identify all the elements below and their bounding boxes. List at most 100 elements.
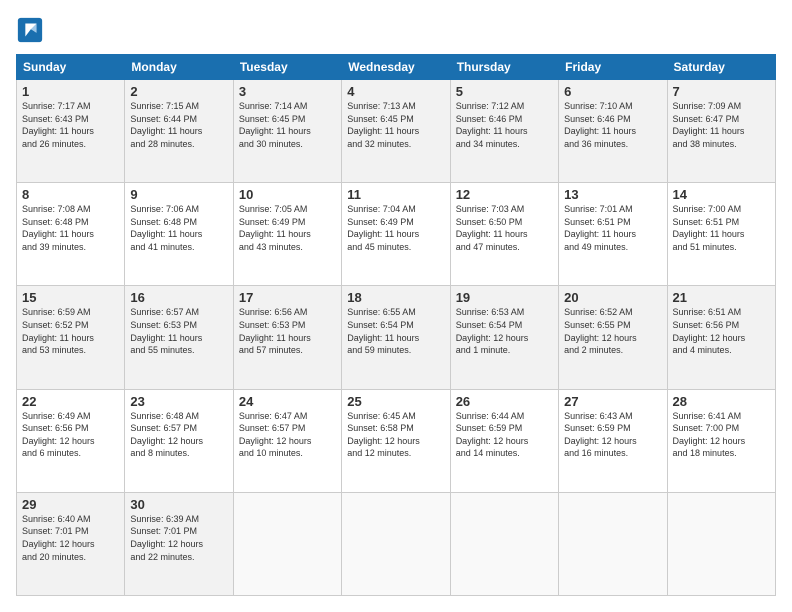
week-row-2: 8Sunrise: 7:08 AM Sunset: 6:48 PM Daylig… [17, 183, 776, 286]
day-number: 6 [564, 84, 661, 99]
day-info: Sunrise: 7:04 AM Sunset: 6:49 PM Dayligh… [347, 203, 444, 253]
day-cell: 14Sunrise: 7:00 AM Sunset: 6:51 PM Dayli… [667, 183, 775, 286]
day-info: Sunrise: 7:03 AM Sunset: 6:50 PM Dayligh… [456, 203, 553, 253]
day-number: 25 [347, 394, 444, 409]
header-thursday: Thursday [450, 55, 558, 80]
day-info: Sunrise: 7:13 AM Sunset: 6:45 PM Dayligh… [347, 100, 444, 150]
day-info: Sunrise: 7:05 AM Sunset: 6:49 PM Dayligh… [239, 203, 336, 253]
day-info: Sunrise: 6:44 AM Sunset: 6:59 PM Dayligh… [456, 410, 553, 460]
header-row: SundayMondayTuesdayWednesdayThursdayFrid… [17, 55, 776, 80]
day-cell: 11Sunrise: 7:04 AM Sunset: 6:49 PM Dayli… [342, 183, 450, 286]
day-cell: 8Sunrise: 7:08 AM Sunset: 6:48 PM Daylig… [17, 183, 125, 286]
day-number: 3 [239, 84, 336, 99]
day-number: 28 [673, 394, 770, 409]
day-cell: 17Sunrise: 6:56 AM Sunset: 6:53 PM Dayli… [233, 286, 341, 389]
day-cell: 7Sunrise: 7:09 AM Sunset: 6:47 PM Daylig… [667, 80, 775, 183]
day-info: Sunrise: 6:45 AM Sunset: 6:58 PM Dayligh… [347, 410, 444, 460]
day-cell: 20Sunrise: 6:52 AM Sunset: 6:55 PM Dayli… [559, 286, 667, 389]
day-cell: 30Sunrise: 6:39 AM Sunset: 7:01 PM Dayli… [125, 492, 233, 595]
day-cell [233, 492, 341, 595]
day-number: 29 [22, 497, 119, 512]
day-cell [559, 492, 667, 595]
day-number: 5 [456, 84, 553, 99]
day-cell: 12Sunrise: 7:03 AM Sunset: 6:50 PM Dayli… [450, 183, 558, 286]
day-info: Sunrise: 6:41 AM Sunset: 7:00 PM Dayligh… [673, 410, 770, 460]
day-info: Sunrise: 6:56 AM Sunset: 6:53 PM Dayligh… [239, 306, 336, 356]
day-number: 1 [22, 84, 119, 99]
day-cell [667, 492, 775, 595]
day-cell: 27Sunrise: 6:43 AM Sunset: 6:59 PM Dayli… [559, 389, 667, 492]
week-row-4: 22Sunrise: 6:49 AM Sunset: 6:56 PM Dayli… [17, 389, 776, 492]
day-info: Sunrise: 6:48 AM Sunset: 6:57 PM Dayligh… [130, 410, 227, 460]
day-number: 19 [456, 290, 553, 305]
day-cell: 3Sunrise: 7:14 AM Sunset: 6:45 PM Daylig… [233, 80, 341, 183]
day-number: 2 [130, 84, 227, 99]
day-cell: 6Sunrise: 7:10 AM Sunset: 6:46 PM Daylig… [559, 80, 667, 183]
day-number: 23 [130, 394, 227, 409]
day-number: 12 [456, 187, 553, 202]
day-info: Sunrise: 7:15 AM Sunset: 6:44 PM Dayligh… [130, 100, 227, 150]
day-info: Sunrise: 7:17 AM Sunset: 6:43 PM Dayligh… [22, 100, 119, 150]
day-cell: 23Sunrise: 6:48 AM Sunset: 6:57 PM Dayli… [125, 389, 233, 492]
day-number: 14 [673, 187, 770, 202]
day-info: Sunrise: 6:51 AM Sunset: 6:56 PM Dayligh… [673, 306, 770, 356]
day-cell: 19Sunrise: 6:53 AM Sunset: 6:54 PM Dayli… [450, 286, 558, 389]
day-info: Sunrise: 6:39 AM Sunset: 7:01 PM Dayligh… [130, 513, 227, 563]
week-row-3: 15Sunrise: 6:59 AM Sunset: 6:52 PM Dayli… [17, 286, 776, 389]
week-row-5: 29Sunrise: 6:40 AM Sunset: 7:01 PM Dayli… [17, 492, 776, 595]
day-cell: 5Sunrise: 7:12 AM Sunset: 6:46 PM Daylig… [450, 80, 558, 183]
day-cell: 4Sunrise: 7:13 AM Sunset: 6:45 PM Daylig… [342, 80, 450, 183]
day-cell: 9Sunrise: 7:06 AM Sunset: 6:48 PM Daylig… [125, 183, 233, 286]
day-info: Sunrise: 6:55 AM Sunset: 6:54 PM Dayligh… [347, 306, 444, 356]
day-cell: 28Sunrise: 6:41 AM Sunset: 7:00 PM Dayli… [667, 389, 775, 492]
day-number: 16 [130, 290, 227, 305]
day-number: 8 [22, 187, 119, 202]
day-cell: 22Sunrise: 6:49 AM Sunset: 6:56 PM Dayli… [17, 389, 125, 492]
header-tuesday: Tuesday [233, 55, 341, 80]
day-number: 10 [239, 187, 336, 202]
day-cell: 10Sunrise: 7:05 AM Sunset: 6:49 PM Dayli… [233, 183, 341, 286]
day-number: 27 [564, 394, 661, 409]
day-number: 26 [456, 394, 553, 409]
day-cell: 24Sunrise: 6:47 AM Sunset: 6:57 PM Dayli… [233, 389, 341, 492]
day-info: Sunrise: 7:09 AM Sunset: 6:47 PM Dayligh… [673, 100, 770, 150]
header-sunday: Sunday [17, 55, 125, 80]
day-number: 4 [347, 84, 444, 99]
day-cell: 26Sunrise: 6:44 AM Sunset: 6:59 PM Dayli… [450, 389, 558, 492]
day-number: 22 [22, 394, 119, 409]
day-cell: 25Sunrise: 6:45 AM Sunset: 6:58 PM Dayli… [342, 389, 450, 492]
day-cell: 2Sunrise: 7:15 AM Sunset: 6:44 PM Daylig… [125, 80, 233, 183]
day-info: Sunrise: 6:57 AM Sunset: 6:53 PM Dayligh… [130, 306, 227, 356]
day-number: 24 [239, 394, 336, 409]
week-row-1: 1Sunrise: 7:17 AM Sunset: 6:43 PM Daylig… [17, 80, 776, 183]
logo-icon [16, 16, 44, 44]
day-info: Sunrise: 7:06 AM Sunset: 6:48 PM Dayligh… [130, 203, 227, 253]
day-info: Sunrise: 6:59 AM Sunset: 6:52 PM Dayligh… [22, 306, 119, 356]
day-cell: 29Sunrise: 6:40 AM Sunset: 7:01 PM Dayli… [17, 492, 125, 595]
day-info: Sunrise: 7:08 AM Sunset: 6:48 PM Dayligh… [22, 203, 119, 253]
header-saturday: Saturday [667, 55, 775, 80]
header-wednesday: Wednesday [342, 55, 450, 80]
day-info: Sunrise: 6:52 AM Sunset: 6:55 PM Dayligh… [564, 306, 661, 356]
day-number: 30 [130, 497, 227, 512]
day-number: 18 [347, 290, 444, 305]
day-cell: 1Sunrise: 7:17 AM Sunset: 6:43 PM Daylig… [17, 80, 125, 183]
day-info: Sunrise: 7:12 AM Sunset: 6:46 PM Dayligh… [456, 100, 553, 150]
day-number: 7 [673, 84, 770, 99]
day-info: Sunrise: 6:40 AM Sunset: 7:01 PM Dayligh… [22, 513, 119, 563]
day-number: 13 [564, 187, 661, 202]
day-cell: 15Sunrise: 6:59 AM Sunset: 6:52 PM Dayli… [17, 286, 125, 389]
day-cell [450, 492, 558, 595]
day-number: 17 [239, 290, 336, 305]
day-cell: 18Sunrise: 6:55 AM Sunset: 6:54 PM Dayli… [342, 286, 450, 389]
day-cell: 21Sunrise: 6:51 AM Sunset: 6:56 PM Dayli… [667, 286, 775, 389]
day-info: Sunrise: 6:53 AM Sunset: 6:54 PM Dayligh… [456, 306, 553, 356]
day-number: 21 [673, 290, 770, 305]
day-number: 9 [130, 187, 227, 202]
day-info: Sunrise: 7:01 AM Sunset: 6:51 PM Dayligh… [564, 203, 661, 253]
calendar-table: SundayMondayTuesdayWednesdayThursdayFrid… [16, 54, 776, 596]
day-cell [342, 492, 450, 595]
day-number: 15 [22, 290, 119, 305]
day-info: Sunrise: 6:43 AM Sunset: 6:59 PM Dayligh… [564, 410, 661, 460]
logo [16, 16, 48, 44]
